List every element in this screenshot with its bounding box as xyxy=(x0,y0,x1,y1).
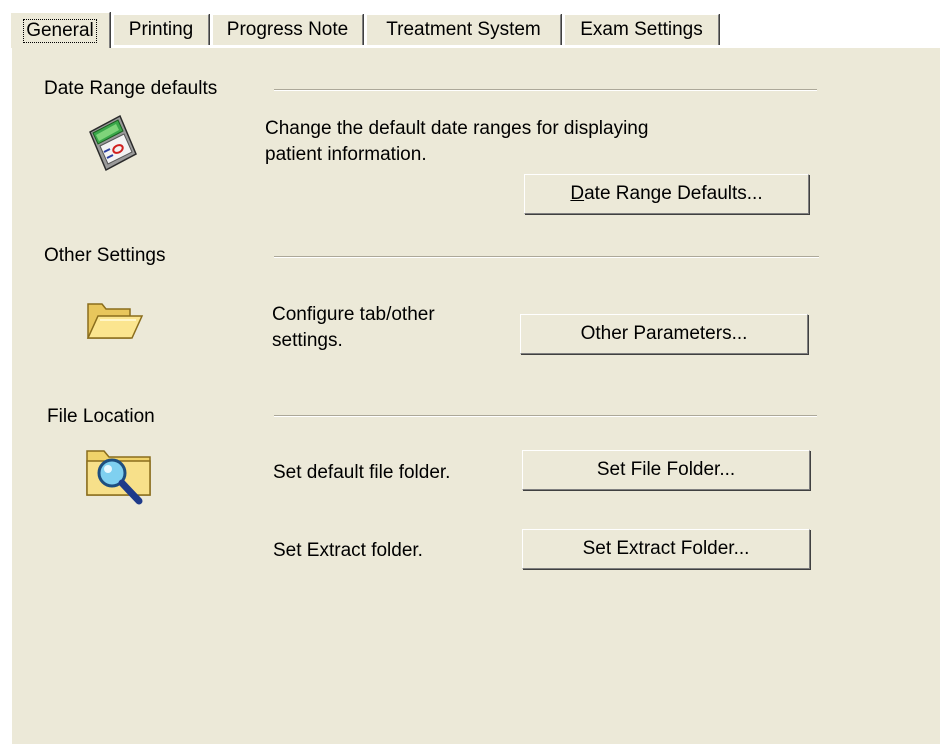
date-range-description-line2: patient information. xyxy=(265,144,427,165)
general-tab-panel: Date Range defaults Change the default d… xyxy=(10,46,940,744)
open-folder-icon xyxy=(84,296,144,344)
tab-printing[interactable]: Printing xyxy=(113,14,209,45)
set-file-folder-label: Set File Folder... xyxy=(596,459,736,480)
tab-exam-settings[interactable]: Exam Settings xyxy=(564,14,719,45)
other-settings-description-line2: settings. xyxy=(272,330,343,351)
tab-progress-note[interactable]: Progress Note xyxy=(212,14,363,45)
date-range-description-line1: Change the default date ranges for displ… xyxy=(265,118,649,139)
tab-treatment-system-label: Treatment System xyxy=(386,19,541,40)
set-extract-folder-label: Set Extract Folder... xyxy=(582,538,750,559)
other-settings-heading: Other Settings xyxy=(44,245,166,266)
other-parameters-label: Other Parameters... xyxy=(580,323,748,344)
tab-general[interactable]: General xyxy=(10,12,110,48)
date-range-defaults-button[interactable]: Date Range Defaults... xyxy=(524,174,809,214)
other-parameters-button[interactable]: Other Parameters... xyxy=(520,314,808,354)
date-range-defaults-accel: D xyxy=(570,183,585,204)
set-default-file-folder-text: Set default file folder. xyxy=(273,462,451,483)
file-location-heading: File Location xyxy=(47,406,155,427)
set-extract-folder-text: Set Extract folder. xyxy=(273,540,423,561)
other-settings-description-line1: Configure tab/other xyxy=(272,304,435,325)
tab-exam-settings-label: Exam Settings xyxy=(580,19,703,40)
set-extract-folder-button[interactable]: Set Extract Folder... xyxy=(522,529,810,569)
tab-treatment-system[interactable]: Treatment System xyxy=(366,14,561,45)
other-settings-divider xyxy=(274,256,819,258)
other-settings-description: Configure tab/other settings. xyxy=(272,302,435,354)
file-location-divider xyxy=(274,415,817,417)
tab-printing-label: Printing xyxy=(128,19,194,40)
date-range-heading: Date Range defaults xyxy=(44,78,218,99)
date-range-description: Change the default date ranges for displ… xyxy=(265,116,648,168)
set-file-folder-button[interactable]: Set File Folder... xyxy=(522,450,810,490)
date-range-defaults-label: ate Range Defaults... xyxy=(584,183,763,204)
calculator-icon xyxy=(82,110,144,172)
tab-progress-note-label: Progress Note xyxy=(226,19,349,40)
date-range-divider xyxy=(274,89,817,91)
folder-search-icon xyxy=(84,443,154,505)
tab-general-label: General xyxy=(23,18,97,43)
